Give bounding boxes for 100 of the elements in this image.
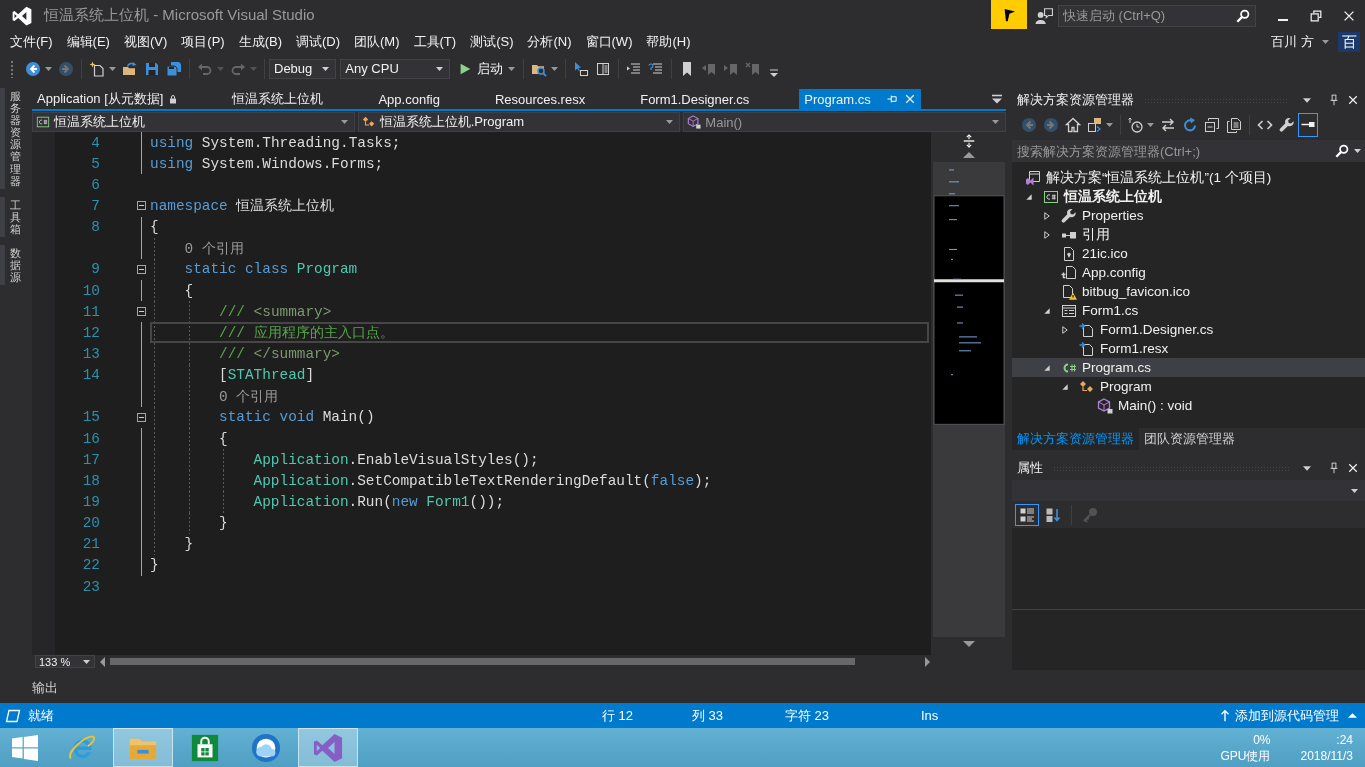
toolbar-button[interactable] bbox=[1015, 503, 1039, 526]
caret-icon[interactable] bbox=[1303, 465, 1311, 471]
tree-item[interactable]: Form1.resx bbox=[1012, 339, 1365, 358]
collapse-icon[interactable] bbox=[137, 201, 146, 211]
panel-title: 解决方案资源管理器 bbox=[1017, 91, 1134, 109]
tree-item[interactable]: App.config bbox=[1012, 263, 1365, 282]
panel-tab[interactable]: 团队资源管理器 bbox=[1139, 428, 1240, 450]
scroll-up-icon[interactable] bbox=[962, 152, 975, 158]
menu-item[interactable]: 生成(B) bbox=[231, 32, 289, 52]
caret-icon bbox=[508, 66, 516, 71]
line-number: 14 bbox=[82, 367, 100, 384]
feedback-icon[interactable] bbox=[1035, 6, 1053, 25]
split-handle-icon[interactable] bbox=[961, 134, 976, 148]
tree-item[interactable]: bitbug_favicon.ico bbox=[1012, 282, 1365, 301]
store-bag-icon bbox=[189, 732, 220, 763]
navigation-dropdown[interactable]: 恒温系统上位机 bbox=[32, 112, 355, 132]
tree-item[interactable]: Form1.Designer.cs bbox=[1012, 320, 1365, 339]
document-tab[interactable]: Application [从元数据] bbox=[32, 89, 228, 109]
taskbar-button[interactable] bbox=[297, 728, 358, 767]
lines-icon bbox=[626, 60, 643, 77]
tree-item[interactable]: 21ic.ico bbox=[1012, 244, 1365, 263]
collapse-icon[interactable] bbox=[137, 412, 146, 422]
menu-item[interactable]: 测试(S) bbox=[463, 32, 521, 52]
collapse-icon[interactable] bbox=[137, 307, 146, 317]
menu-item[interactable]: 帮助(H) bbox=[639, 32, 698, 52]
expand-triangle-icon[interactable] bbox=[1043, 211, 1051, 220]
caret-icon[interactable] bbox=[1303, 97, 1311, 103]
caret-icon[interactable] bbox=[1354, 149, 1361, 153]
tree-item[interactable]: 恒温系统上位机 bbox=[1012, 187, 1365, 206]
output-tab[interactable]: 输出 bbox=[32, 678, 58, 697]
collapse-triangle-icon[interactable] bbox=[1025, 192, 1033, 201]
line-number: 17 bbox=[82, 451, 100, 468]
infinity-logo-icon bbox=[312, 732, 343, 763]
tree-item[interactable]: Program bbox=[1012, 377, 1365, 396]
tree-item[interactable]: Program.cs bbox=[1012, 358, 1365, 377]
navigation-dropdown[interactable]: 恒温系统上位机.Program bbox=[357, 112, 681, 132]
notification-button[interactable] bbox=[991, 0, 1027, 29]
collapse-triangle-icon[interactable] bbox=[1043, 306, 1051, 315]
start-button[interactable]: 启动 bbox=[454, 57, 520, 80]
menu-item[interactable]: 项目(P) bbox=[174, 32, 232, 52]
quick-launch-field[interactable]: 快速启动 (Ctrl+Q) bbox=[1058, 4, 1256, 27]
toolbar-button[interactable] bbox=[1298, 112, 1318, 137]
status-message: 就绪 bbox=[28, 706, 55, 725]
dropdown[interactable]: Any CPU bbox=[340, 58, 451, 79]
source-control-button[interactable]: 添加到源代码管理 bbox=[1218, 706, 1357, 725]
line-number: 16 bbox=[82, 430, 100, 447]
tree-item[interactable]: Properties bbox=[1012, 206, 1365, 225]
dropdown[interactable]: Debug bbox=[269, 58, 337, 79]
menu-item[interactable]: 文件(F) bbox=[3, 32, 60, 52]
caret-icon bbox=[109, 66, 116, 71]
clock-time: :24 bbox=[1336, 731, 1353, 748]
menu-item[interactable]: 分析(N) bbox=[520, 32, 579, 52]
user-menu[interactable]: 百川 方 bbox=[1271, 33, 1329, 51]
overflow-icon[interactable] bbox=[770, 68, 779, 77]
search-icon[interactable] bbox=[1236, 8, 1250, 23]
document-tab[interactable]: App.config bbox=[373, 89, 490, 109]
tree-item[interactable]: 解决方案“恒温系统上位机”(1 个项目) bbox=[1012, 168, 1365, 187]
reference-count-link[interactable]: 0 个引用 bbox=[219, 386, 279, 406]
window-title: 恒温系统上位机 - Microsoft Visual Studio bbox=[44, 6, 315, 25]
pin-icon[interactable] bbox=[1328, 462, 1340, 474]
code-line: Application.SetCompatibleTextRenderingDefault(false); bbox=[253, 472, 712, 489]
home-icon bbox=[1065, 116, 1081, 133]
collapse-icon[interactable] bbox=[137, 264, 146, 274]
code-line: using System.Threading.Tasks; bbox=[150, 134, 401, 151]
collapse-triangle-icon[interactable] bbox=[1061, 382, 1069, 391]
pin-icon[interactable] bbox=[1328, 94, 1340, 106]
up-arrow-icon bbox=[1218, 708, 1232, 723]
collapse-triangle-icon[interactable] bbox=[1043, 363, 1051, 372]
expand-triangle-icon[interactable] bbox=[1043, 230, 1051, 239]
close-icon[interactable] bbox=[1347, 462, 1359, 474]
search-icon[interactable] bbox=[1335, 144, 1349, 158]
menu-item[interactable]: 调试(D) bbox=[289, 32, 348, 52]
document-tab[interactable]: Resources.resx bbox=[489, 89, 636, 109]
menu-item[interactable]: 团队(M) bbox=[347, 32, 407, 52]
zoom-dropdown[interactable]: 133 % bbox=[35, 655, 95, 668]
menu-item[interactable]: 窗口(W) bbox=[578, 32, 640, 52]
line-number: 4 bbox=[91, 134, 100, 151]
tab-list-icon[interactable] bbox=[990, 93, 1004, 105]
panel-tab[interactable]: 解决方案资源管理器 bbox=[1012, 428, 1139, 450]
grip-handle[interactable] bbox=[10, 59, 14, 78]
scroll-down-icon[interactable] bbox=[962, 641, 975, 647]
menu-item[interactable]: 工具(T) bbox=[406, 32, 464, 52]
scroll-right-icon[interactable] bbox=[925, 656, 930, 667]
tree-item[interactable]: Form1.cs bbox=[1012, 301, 1365, 320]
caret-icon bbox=[83, 659, 90, 664]
menu-item[interactable]: 视图(V) bbox=[116, 32, 175, 52]
tree-item[interactable]: Main() : void bbox=[1012, 396, 1365, 415]
tree-item[interactable]: 引用 bbox=[1012, 225, 1365, 244]
document-tab[interactable]: 恒温系统上位机 bbox=[227, 89, 374, 109]
menu-item[interactable]: 编辑(E) bbox=[59, 32, 117, 52]
caret-icon bbox=[551, 66, 559, 71]
code-line: static void Main() bbox=[219, 409, 375, 426]
search-field[interactable]: 搜索解决方案资源管理器(Ctrl+;) bbox=[1012, 140, 1365, 162]
close-icon[interactable] bbox=[1347, 94, 1359, 106]
document-tab[interactable]: Form1.Designer.cs bbox=[635, 89, 800, 109]
class-icon bbox=[361, 115, 376, 129]
expand-triangle-icon[interactable] bbox=[1061, 325, 1069, 334]
reference-count-link[interactable]: 0 个引用 bbox=[184, 238, 244, 258]
scroll-left-icon[interactable] bbox=[100, 656, 105, 667]
line-indicator: 行 12 bbox=[602, 706, 635, 725]
